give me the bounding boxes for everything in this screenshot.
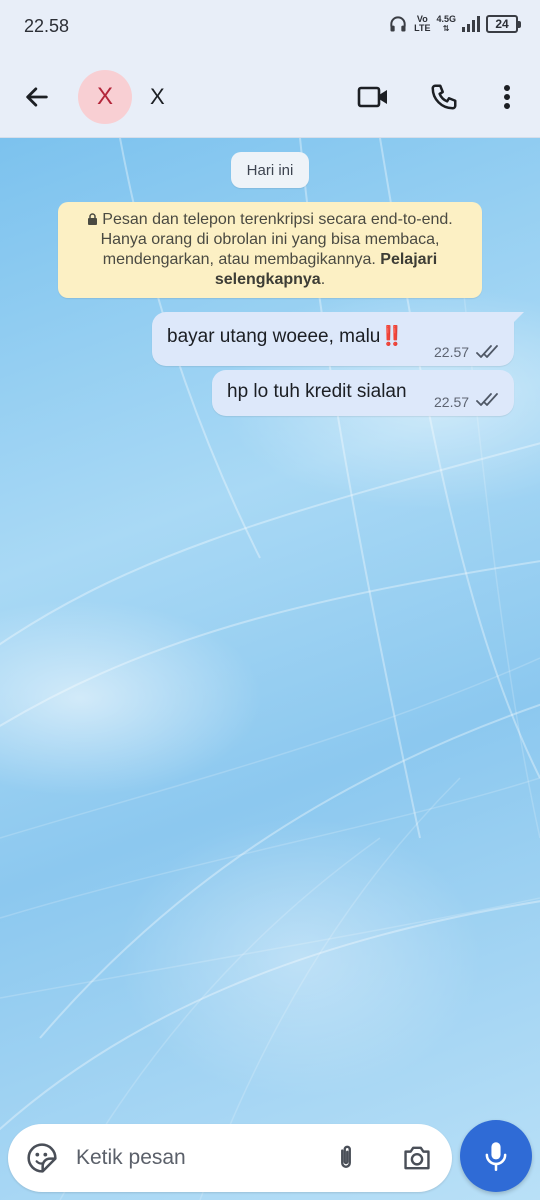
encryption-notice[interactable]: Pesan dan telepon terenkripsi secara end… bbox=[58, 202, 482, 298]
message-text: hp lo tuh kredit sialan bbox=[227, 381, 407, 402]
avatar-initial: X bbox=[96, 83, 113, 110]
volte-lte-text: LTE bbox=[414, 23, 431, 33]
contact-avatar[interactable]: X bbox=[78, 70, 132, 124]
video-call-button[interactable] bbox=[352, 78, 394, 116]
chat-header: X X bbox=[0, 56, 540, 138]
phone-icon bbox=[431, 84, 457, 110]
more-vert-icon bbox=[504, 85, 510, 109]
sticker-button[interactable] bbox=[24, 1140, 60, 1176]
battery-icon: 24 bbox=[486, 15, 521, 33]
message-time: 22.57 bbox=[434, 394, 470, 410]
date-label: Hari ini bbox=[246, 161, 294, 179]
mic-icon bbox=[485, 1142, 507, 1171]
double-exclamation-emoji: ‼️ bbox=[380, 326, 404, 347]
message-input[interactable] bbox=[76, 1140, 316, 1176]
camera-icon bbox=[404, 1146, 430, 1170]
volte-indicator: Vo LTE bbox=[414, 15, 430, 33]
message-composer bbox=[8, 1124, 452, 1192]
message-text: bayar utang woeee, malu bbox=[167, 326, 381, 347]
double-check-icon bbox=[476, 393, 498, 406]
network-type-indicator: 4.5G ⇅ bbox=[436, 14, 456, 34]
more-options-button[interactable] bbox=[492, 78, 522, 116]
camera-button[interactable] bbox=[398, 1140, 436, 1176]
chat-area[interactable]: Hari ini Pesan dan telepon terenkripsi s… bbox=[0, 138, 540, 1200]
headphones-icon bbox=[390, 16, 406, 32]
status-icons: Vo LTE 4.5G ⇅ 24 bbox=[388, 14, 521, 34]
voice-call-button[interactable] bbox=[424, 78, 464, 116]
status-time: 22.58 bbox=[24, 16, 70, 36]
sticker-icon bbox=[27, 1143, 57, 1173]
double-check-icon bbox=[476, 345, 498, 358]
attach-button[interactable] bbox=[328, 1140, 364, 1176]
chat-screen: 22.58 Vo LTE 4.5G ⇅ 24 X X Hari ini Pesa… bbox=[0, 0, 540, 1200]
date-separator: Hari ini bbox=[231, 152, 309, 188]
outgoing-message[interactable]: bayar utang woeee, malu‼️ 22.57 bbox=[152, 312, 524, 366]
message-time: 22.57 bbox=[434, 344, 470, 360]
message-text-wrap: bayar utang woeee, malu‼️ bbox=[167, 324, 404, 348]
video-call-icon bbox=[357, 86, 387, 108]
network-gen-text: 4.5G bbox=[436, 14, 456, 24]
outgoing-message[interactable]: hp lo tuh kredit sialan 22.57 bbox=[212, 370, 514, 416]
back-arrow-icon bbox=[26, 87, 48, 107]
status-bar: 22.58 Vo LTE 4.5G ⇅ 24 bbox=[0, 0, 540, 56]
battery-level: 24 bbox=[495, 17, 509, 31]
lock-icon bbox=[88, 213, 98, 225]
attach-icon bbox=[341, 1145, 351, 1168]
encryption-notice-suffix: . bbox=[320, 271, 326, 288]
voice-message-button[interactable] bbox=[460, 1120, 532, 1192]
contact-name[interactable]: X bbox=[150, 84, 165, 110]
back-button[interactable] bbox=[18, 78, 56, 116]
signal-icon bbox=[462, 16, 480, 32]
